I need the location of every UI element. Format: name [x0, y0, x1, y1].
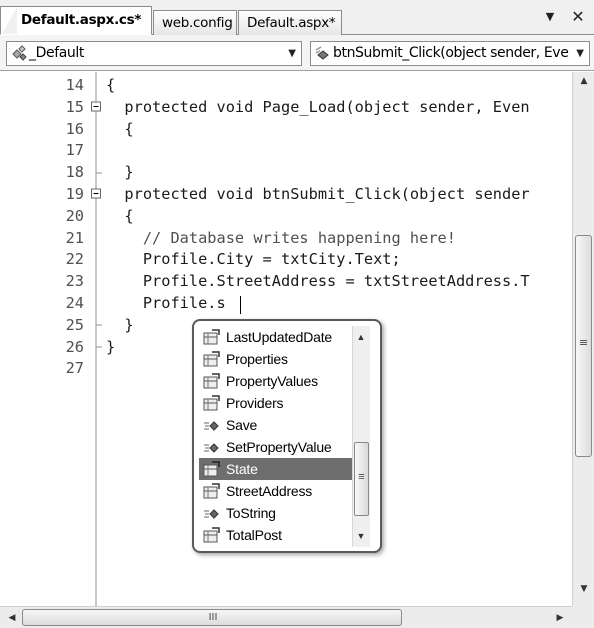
code-comment-line: // Database writes happening here!: [106, 228, 456, 247]
line-number: 20: [65, 206, 84, 225]
completion-item[interactable]: Save: [199, 414, 353, 436]
line-number: 26: [65, 337, 84, 356]
horizontal-scrollbar[interactable]: ◀ III ▶: [0, 606, 572, 628]
method-icon: [204, 421, 219, 431]
completion-label: TotalPost: [226, 527, 282, 543]
grip-icon: ≡: [578, 336, 589, 349]
completion-item[interactable]: Providers: [199, 392, 353, 414]
code-line: }: [106, 315, 134, 334]
scroll-left-icon[interactable]: ◀: [2, 609, 22, 627]
property-icon: [203, 351, 220, 367]
completion-label: State: [226, 461, 258, 477]
completion-item[interactable]: StreetAddress: [199, 480, 353, 502]
property-icon: [203, 527, 220, 543]
collapse-icon[interactable]: [91, 188, 101, 199]
completion-scroll-thumb[interactable]: ≡: [354, 442, 369, 516]
completion-label: SetPropertyValue: [226, 439, 332, 455]
chevron-down-icon: ▼: [576, 48, 584, 59]
code-line-current: Profile.s: [106, 294, 226, 312]
completion-label: StreetAddress: [226, 483, 313, 499]
code-line: }: [106, 163, 134, 182]
completion-label: ToString: [226, 505, 276, 521]
completion-item[interactable]: ToString: [199, 502, 353, 524]
grip-icon: ≡: [358, 471, 365, 483]
horizontal-scroll-thumb[interactable]: III: [22, 609, 402, 626]
tab-label: Default.aspx*: [247, 15, 336, 31]
line-number: 23: [65, 272, 84, 291]
intellisense-popup[interactable]: LastUpdatedDate Properties PropertyValue…: [192, 319, 382, 553]
outline-margin: [91, 72, 102, 606]
completion-scrollbar[interactable]: ▲ ≡ ▼: [352, 326, 370, 547]
line-number: 25: [65, 315, 84, 334]
grip-icon: III: [208, 612, 218, 623]
text-caret: [240, 296, 241, 314]
line-number: 16: [65, 119, 84, 138]
scroll-down-icon[interactable]: ▼: [574, 580, 594, 598]
class-icon: [12, 45, 27, 61]
line-number: 19: [65, 185, 84, 203]
completion-item[interactable]: LastUpdatedDate: [199, 326, 353, 348]
vertical-scrollbar[interactable]: ▲ ≡ ▼: [572, 72, 594, 606]
vertical-scroll-thumb[interactable]: ≡: [575, 235, 592, 457]
completion-label: LastUpdatedDate: [226, 329, 332, 345]
property-icon: [203, 395, 220, 411]
code-line: {: [106, 206, 134, 225]
tab-label: web.config: [162, 15, 233, 31]
code-line: {: [106, 76, 116, 94]
scroll-down-icon[interactable]: ▼: [352, 527, 370, 545]
line-number: 24: [65, 294, 84, 312]
completion-label: PropertyValues: [226, 373, 318, 389]
code-line: protected void Page_Load(object sender, …: [106, 97, 530, 116]
document-tab-strip: Default.aspx.cs* web.config Default.aspx…: [0, 0, 594, 35]
member-dropdown[interactable]: btnSubmit_Click(object sender, Eve ▼: [310, 41, 590, 66]
completion-item-selected[interactable]: State: [199, 458, 353, 480]
code-line: }: [106, 337, 116, 356]
completion-item[interactable]: PropertyValues: [199, 370, 353, 392]
class-dropdown-value: _Default: [29, 45, 84, 61]
code-line: {: [106, 119, 134, 138]
chevron-down-icon[interactable]: ▼: [540, 6, 560, 28]
line-number: 18: [65, 163, 84, 182]
scroll-up-icon[interactable]: ▲: [574, 72, 594, 90]
property-icon: [203, 461, 220, 477]
navigation-bar: _Default ▼ btnSubmit_Click(object sender…: [0, 35, 594, 71]
tab-label: Default.aspx.cs*: [21, 12, 142, 28]
property-icon: [203, 483, 220, 499]
code-line: Profile.StreetAddress = txtStreetAddress…: [106, 272, 530, 291]
method-icon: [204, 443, 219, 453]
method-icon: [204, 509, 219, 519]
tab-default-aspx-cs[interactable]: Default.aspx.cs*: [0, 6, 152, 35]
line-number: 14: [65, 76, 84, 94]
code-line: Profile.City = txtCity.Text;: [106, 250, 401, 269]
completion-item[interactable]: Properties: [199, 348, 353, 370]
member-dropdown-value: btnSubmit_Click(object sender, Eve: [333, 45, 569, 61]
completion-label: Providers: [226, 395, 284, 411]
line-number-gutter: 14 15 16 17 18 19 20 21 22 23 24 25 26 2…: [0, 72, 84, 606]
scroll-up-icon[interactable]: ▲: [352, 328, 370, 346]
chevron-down-icon: ▼: [288, 48, 296, 59]
property-icon: [203, 373, 220, 389]
tab-default-aspx[interactable]: Default.aspx*: [238, 10, 342, 35]
scroll-right-icon[interactable]: ▶: [550, 609, 570, 627]
property-icon: [203, 329, 220, 345]
code-line: protected void btnSubmit_Click(object se…: [106, 185, 530, 203]
line-number: 27: [65, 359, 84, 378]
scrollbar-corner: [572, 606, 594, 628]
tab-web-config[interactable]: web.config: [153, 10, 237, 35]
completion-label: Properties: [226, 351, 288, 367]
line-number: 17: [65, 141, 84, 160]
completion-item[interactable]: TotalPost: [199, 524, 353, 546]
line-number: 21: [65, 228, 84, 247]
completion-list[interactable]: LastUpdatedDate Properties PropertyValue…: [199, 326, 353, 546]
class-dropdown[interactable]: _Default ▼: [6, 41, 302, 66]
close-icon[interactable]: ✕: [568, 6, 588, 28]
collapse-icon[interactable]: [91, 101, 101, 112]
line-number: 15: [65, 97, 84, 116]
completion-label: Save: [226, 417, 258, 433]
line-number: 22: [65, 250, 84, 269]
method-icon: [315, 46, 329, 60]
completion-item[interactable]: SetPropertyValue: [199, 436, 353, 458]
